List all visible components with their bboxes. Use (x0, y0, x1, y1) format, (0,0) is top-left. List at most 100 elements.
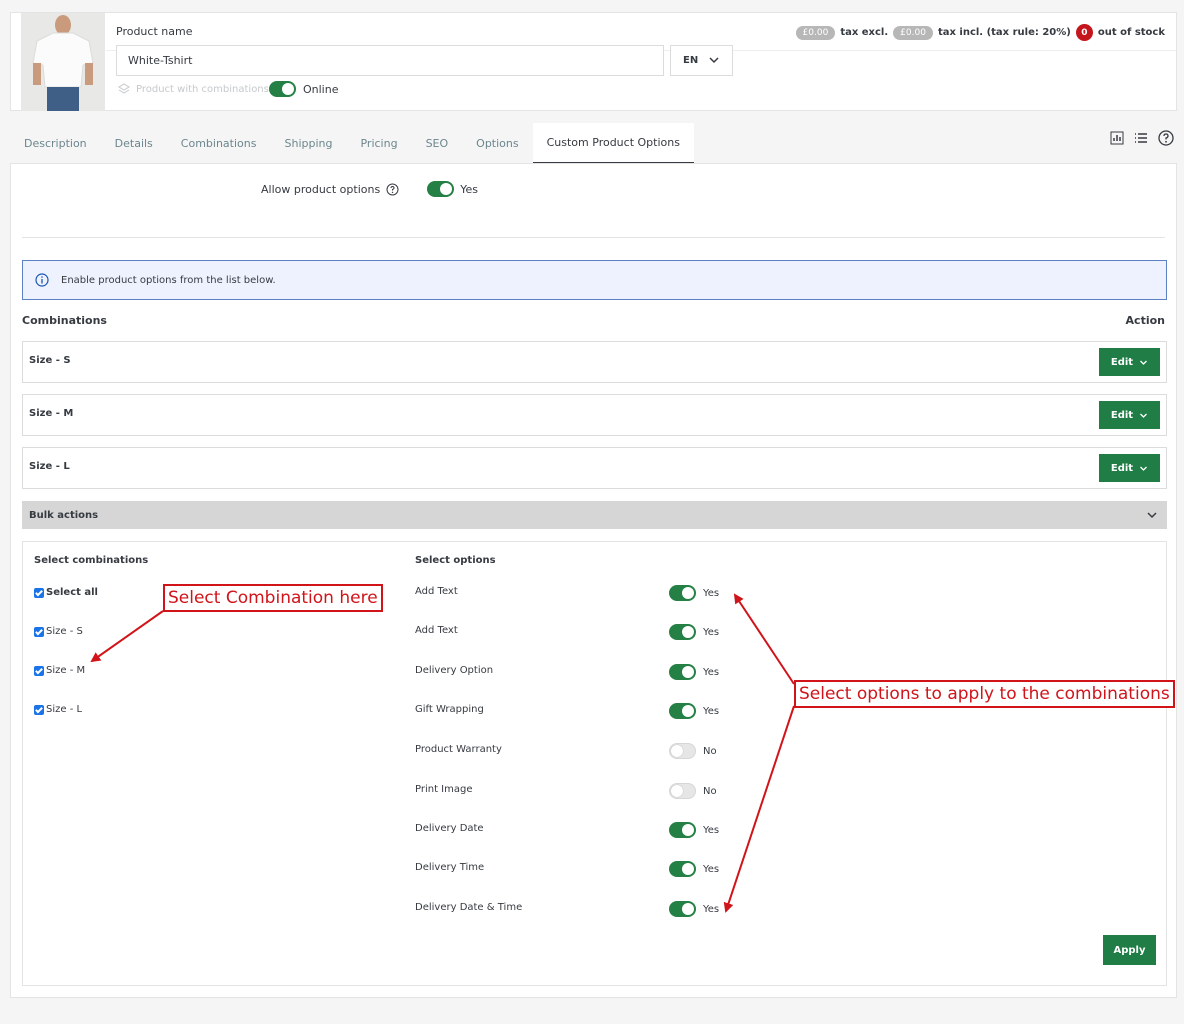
option-state: Yes (703, 903, 720, 915)
option-state: Yes (703, 587, 720, 599)
stock-count-badge: 0 (1075, 24, 1093, 41)
info-icon (35, 273, 49, 287)
stock-label: out of stock (1097, 27, 1165, 38)
edit-label: Edit (1110, 356, 1134, 368)
option-state: Yes (703, 666, 720, 678)
edit-label: Edit (1110, 409, 1134, 421)
select-all-checkbox[interactable] (34, 587, 44, 598)
product-thumbnail[interactable] (21, 13, 105, 111)
info-text: Enable product options from the list bel… (61, 274, 276, 286)
option-state: Yes (703, 863, 720, 875)
tax-excl-label: tax excl. (840, 27, 889, 38)
online-toggle[interactable] (269, 81, 296, 97)
product-name-input[interactable] (116, 45, 664, 76)
option-toggle-group: Yes (669, 822, 719, 838)
price-excl-badge: £0.00 (795, 25, 836, 40)
combination-checkbox-label: Size - M (46, 665, 86, 676)
chevron-down-icon (1140, 466, 1148, 471)
option-label: Add Text (415, 586, 458, 597)
option-toggle-group: Yes (669, 703, 719, 719)
option-toggle[interactable] (669, 743, 696, 759)
allow-product-options-label: Allow product options (261, 182, 381, 196)
product-with-combinations: Product with combinations (118, 83, 269, 95)
apply-button[interactable]: Apply (1103, 935, 1156, 965)
combination-name: Size - L (29, 461, 70, 472)
combination-row: Size - S Edit (22, 341, 1167, 383)
info-alert: Enable product options from the list bel… (22, 260, 1167, 300)
option-toggle[interactable] (669, 861, 696, 877)
bulk-actions-toggle[interactable]: Bulk actions (22, 501, 1167, 529)
list-icon[interactable] (1134, 131, 1148, 145)
option-toggle-group: Yes (669, 664, 719, 680)
option-label: Gift Wrapping (415, 704, 484, 715)
language-select[interactable]: EN (670, 45, 733, 76)
chevron-down-icon (1140, 413, 1148, 418)
combination-checkbox-row[interactable]: Size - M (34, 665, 85, 676)
price-summary: £0.00 tax excl. £0.00 tax incl. (tax rul… (795, 24, 1165, 41)
combination-row: Size - L Edit (22, 447, 1167, 489)
option-state: Yes (703, 705, 720, 717)
tab-custom-product-options[interactable]: Custom Product Options (532, 123, 694, 164)
product-tabs: Description Details Combinations Shippin… (10, 123, 694, 164)
combination-checkbox[interactable] (34, 626, 44, 637)
action-title: Action (1125, 314, 1165, 327)
option-toggle[interactable] (669, 703, 696, 719)
product-header: Product name EN Product with combination… (10, 12, 1177, 111)
option-label: Delivery Date & Time (415, 902, 523, 913)
combination-name: Size - M (29, 408, 74, 419)
option-toggle[interactable] (669, 901, 696, 917)
edit-button[interactable]: Edit (1099, 454, 1160, 482)
layers-icon (118, 83, 130, 94)
edit-button[interactable]: Edit (1099, 401, 1160, 429)
select-options-title: Select options (415, 555, 496, 566)
edit-button[interactable]: Edit (1099, 348, 1160, 376)
option-toggle-group: No (669, 743, 717, 759)
option-toggle-group: Yes (669, 585, 719, 601)
select-all-label: Select all (46, 587, 98, 598)
select-all-checkbox-row[interactable]: Select all (34, 587, 98, 598)
custom-options-panel: Allow product options Yes Enable product… (10, 163, 1177, 998)
allow-product-options-value: Yes (460, 182, 478, 196)
product-name-label: Product name (116, 25, 193, 38)
help-icon[interactable] (1158, 130, 1174, 146)
bulk-actions-title: Bulk actions (29, 509, 99, 521)
option-label: Print Image (415, 784, 473, 795)
option-toggle[interactable] (669, 585, 696, 601)
chevron-down-icon (709, 57, 719, 64)
option-toggle[interactable] (669, 664, 696, 680)
question-icon[interactable] (386, 183, 399, 196)
option-toggle[interactable] (669, 783, 696, 799)
tab-toolbar (1110, 130, 1174, 146)
option-label: Product Warranty (415, 744, 502, 755)
combination-checkbox-row[interactable]: Size - S (34, 626, 83, 637)
combination-name: Size - S (29, 355, 71, 366)
tab-description[interactable]: Description (10, 123, 101, 164)
combination-checkbox-label: Size - L (46, 704, 83, 715)
allow-product-options-toggle[interactable] (427, 181, 455, 197)
tab-combinations[interactable]: Combinations (167, 123, 271, 164)
option-label: Delivery Time (415, 862, 485, 873)
option-label: Add Text (415, 625, 458, 636)
option-toggle[interactable] (669, 624, 696, 640)
option-toggle-group: Yes (669, 861, 719, 877)
combination-checkbox-row[interactable]: Size - L (34, 704, 82, 715)
tab-options[interactable]: Options (462, 123, 532, 164)
combination-checkbox[interactable] (34, 704, 44, 715)
combinations-title: Combinations (22, 314, 107, 327)
combination-row: Size - M Edit (22, 394, 1167, 436)
tab-shipping[interactable]: Shipping (270, 123, 346, 164)
section-divider (22, 237, 1165, 238)
option-toggle[interactable] (669, 822, 696, 838)
stats-icon[interactable] (1110, 131, 1124, 145)
select-combinations-title: Select combinations (34, 555, 149, 566)
edit-label: Edit (1110, 462, 1134, 474)
combination-checkbox[interactable] (34, 665, 44, 676)
option-state: Yes (703, 626, 720, 638)
tab-pricing[interactable]: Pricing (346, 123, 411, 164)
product-with-combinations-label: Product with combinations (136, 83, 269, 95)
tab-seo[interactable]: SEO (412, 123, 463, 164)
option-toggle-group: Yes (669, 901, 719, 917)
option-label: Delivery Option (415, 665, 494, 676)
option-state: Yes (703, 824, 720, 836)
tab-details[interactable]: Details (101, 123, 167, 164)
